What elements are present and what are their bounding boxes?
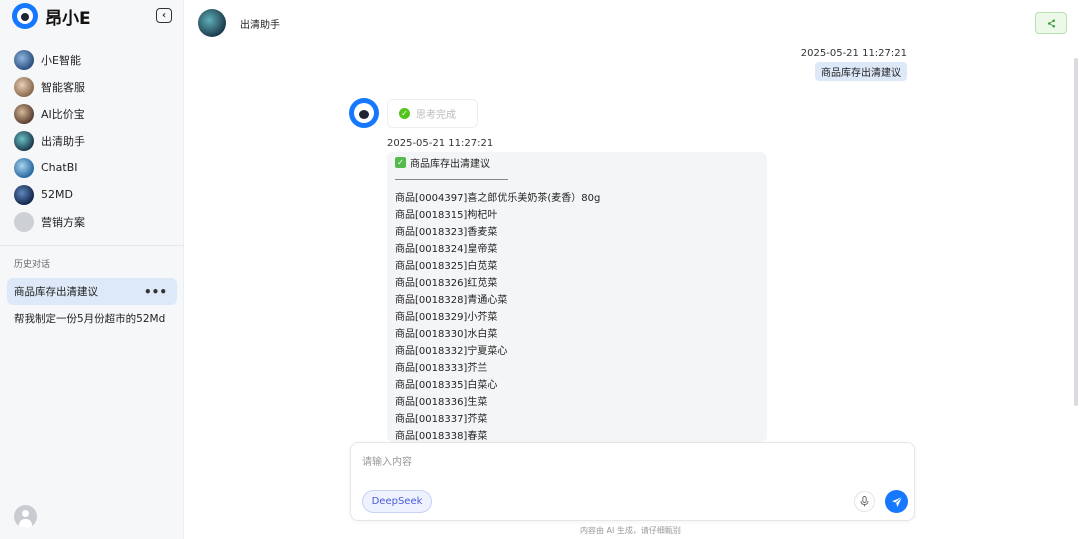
nav-item-label: ChatBI — [41, 161, 78, 174]
history-item-label: 帮我制定一份5月份超市的52Md — [14, 313, 166, 325]
brand-logo-icon — [12, 3, 38, 29]
nav-item-marketing-plan[interactable]: 营销方案 — [12, 208, 176, 235]
history-list: 商品库存出清建议 ••• 帮我制定一份5月份超市的52Md — [7, 278, 177, 332]
thinking-status-label: 思考完成 — [416, 110, 456, 121]
page-title: 出清助手 — [240, 20, 280, 31]
share-icon — [1047, 19, 1055, 27]
customer-service-avatar-icon — [14, 76, 34, 97]
product-row: 商品[0018338]春菜 — [395, 431, 488, 442]
bot-avatar-icon — [349, 98, 379, 128]
share-button[interactable] — [1035, 12, 1067, 34]
deepseek-toggle-button[interactable]: DeepSeek — [362, 490, 432, 513]
nav-item-52md[interactable]: 52MD — [12, 181, 176, 208]
user-message-time: 2025-05-21 11:27:21 — [800, 48, 907, 59]
collapse-sidebar-icon[interactable]: ‹ — [156, 8, 172, 23]
user-avatar-icon[interactable] — [14, 505, 37, 528]
microphone-button[interactable] — [854, 491, 875, 512]
send-icon — [891, 496, 902, 507]
product-row: 商品[0018332]宁夏菜心 — [395, 346, 508, 357]
check-box-icon: ✓ — [395, 157, 406, 168]
product-row: 商品[0018333]芥兰 — [395, 363, 488, 374]
divider-line — [395, 171, 759, 188]
nav-item-price-compare[interactable]: AI比价宝 — [12, 100, 176, 127]
nav-item-label: AI比价宝 — [41, 107, 85, 121]
product-row: 商品[0018336]生菜 — [395, 397, 488, 408]
history-item[interactable]: 商品库存出清建议 ••• — [7, 278, 177, 305]
bot-message-time: 2025-05-21 11:27:21 — [387, 138, 494, 149]
sidebar-divider — [0, 245, 184, 246]
assistant-nav: 小E智能 智能客服 AI比价宝 出清助手 ChatBI 52MD 营销方案 — [12, 46, 176, 235]
product-list: 商品[0004397]喜之郎优乐美奶茶(麦香）80g 商品[0018315]枸杞叶… — [395, 188, 759, 442]
product-row: 商品[0018324]皇帝菜 — [395, 244, 498, 255]
product-row: 商品[0018326]红苋菜 — [395, 278, 498, 289]
chatbi-avatar-icon — [14, 157, 34, 178]
product-row: 商品[0018330]水白菜 — [395, 329, 498, 340]
product-row: 商品[0018335]白菜心 — [395, 380, 498, 391]
chat-input-box[interactable]: 请输入内容 DeepSeek — [350, 442, 915, 521]
thinking-status[interactable]: ✓ 思考完成 — [387, 99, 478, 128]
microphone-icon — [860, 496, 869, 507]
assistant-avatar-icon — [198, 9, 226, 37]
nav-item-customer-service[interactable]: 智能客服 — [12, 73, 176, 100]
bot-message-title-text: 商品库存出清建议 — [410, 159, 490, 170]
product-row: 商品[0018323]香麦菜 — [395, 227, 498, 238]
product-row: 商品[0018337]芥菜 — [395, 414, 488, 425]
history-item[interactable]: 帮我制定一份5月份超市的52Md — [7, 305, 177, 332]
bot-message: ✓ 商品库存出清建议 商品[0004397]喜之郎优乐美奶茶(麦香）80g 商品[… — [387, 152, 767, 442]
nav-item-label: 智能客服 — [41, 80, 85, 94]
user-message: 商品库存出清建议 — [815, 62, 907, 81]
product-row: 商品[0018328]青通心菜 — [395, 295, 508, 306]
product-row: 商品[0018325]白苋菜 — [395, 261, 498, 272]
brand[interactable]: 昂小E — [12, 3, 91, 29]
bot-message-title: ✓ 商品库存出清建议 — [395, 154, 759, 171]
price-compare-avatar-icon — [14, 103, 34, 124]
marketing-plan-avatar-icon — [14, 211, 34, 232]
nav-item-label: 52MD — [41, 188, 73, 201]
product-row: 商品[0004397]喜之郎优乐美奶茶(麦香）80g — [395, 193, 601, 204]
product-row: 商品[0018329]小芥菜 — [395, 312, 498, 323]
nav-item-label: 出清助手 — [41, 134, 85, 148]
history-title: 历史对话 — [14, 260, 51, 270]
send-button[interactable] — [885, 490, 908, 513]
brand-name: 昂小E — [45, 8, 91, 29]
chat-input[interactable]: 请输入内容 — [362, 453, 412, 468]
nav-item-clearance-assistant[interactable]: 出清助手 — [12, 127, 176, 154]
history-item-label: 商品库存出清建议 — [14, 286, 98, 298]
nav-item-label: 小E智能 — [41, 53, 81, 67]
nav-item-chatbi[interactable]: ChatBI — [12, 154, 176, 181]
sidebar: 昂小E ‹ 小E智能 智能客服 AI比价宝 出清助手 ChatBI 52MD 营… — [0, 0, 184, 539]
check-circle-icon: ✓ — [399, 108, 410, 119]
52md-avatar-icon — [14, 184, 34, 205]
chat-scrollbar[interactable] — [1074, 58, 1078, 406]
product-row: 商品[0018315]枸杞叶 — [395, 210, 498, 221]
xiaoe-avatar-icon — [14, 49, 34, 70]
ai-disclaimer: 内容由 AI 生成，请仔细甄别 — [580, 526, 681, 535]
nav-item-label: 营销方案 — [41, 215, 85, 229]
more-icon[interactable]: ••• — [144, 285, 167, 299]
nav-item-xiaoe[interactable]: 小E智能 — [12, 46, 176, 73]
clearance-assistant-avatar-icon — [14, 130, 34, 151]
